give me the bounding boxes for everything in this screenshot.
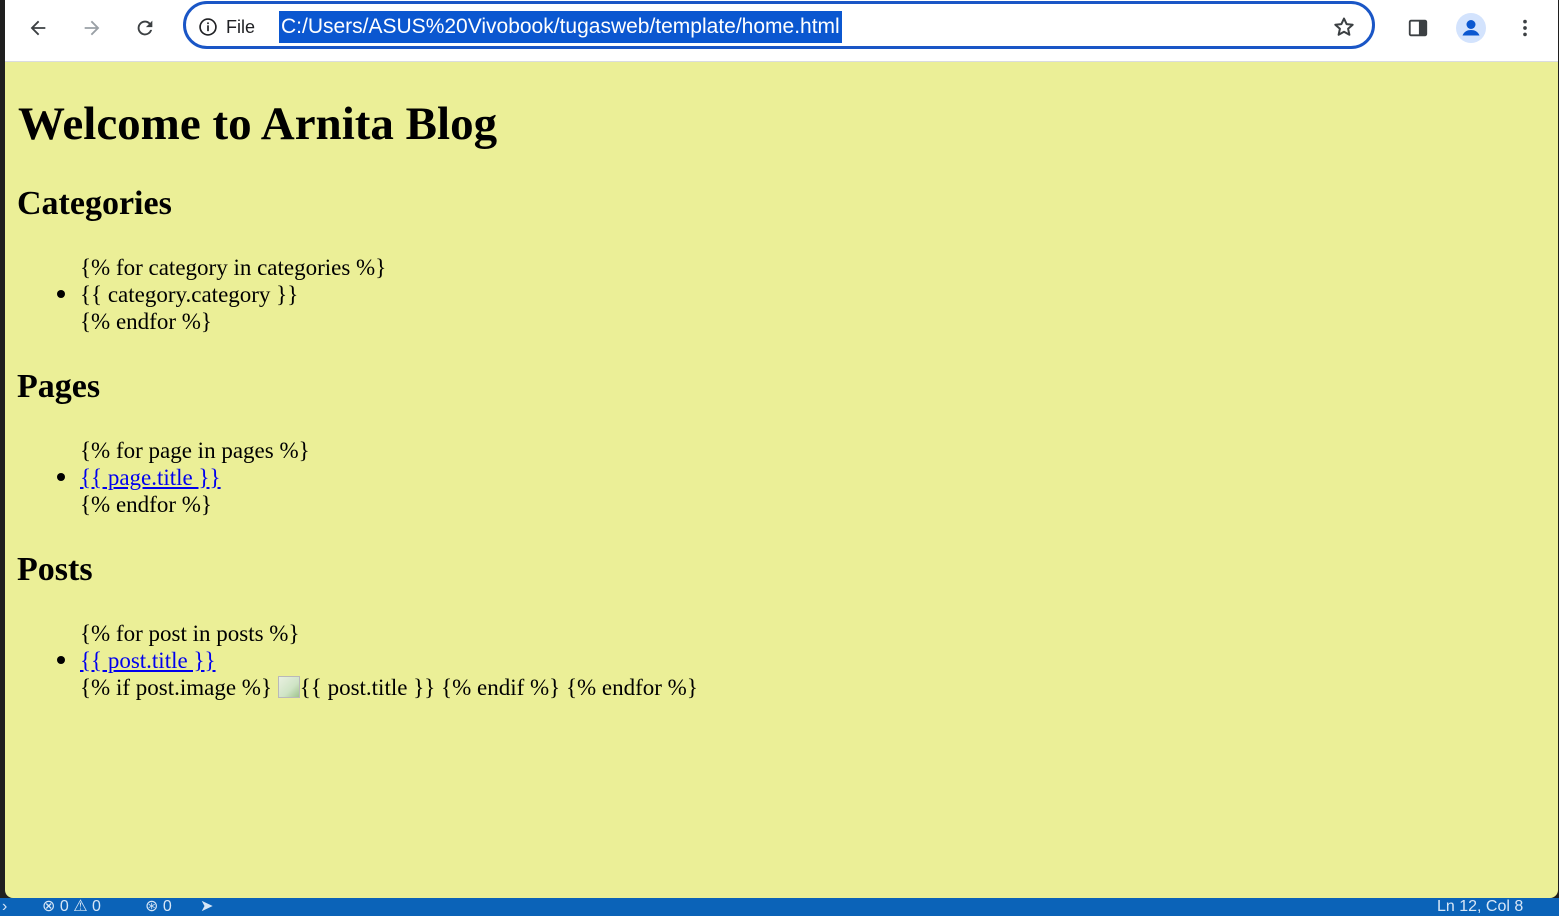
browser-window: File C:/Users/ASUS%20Vivobook/tugasweb/t… — [5, 0, 1558, 898]
forward-button[interactable] — [74, 10, 110, 46]
page-item: {{ page.title }} — [80, 464, 221, 491]
posts-loop-end: {% endfor %} — [565, 675, 698, 700]
post-image-alt: {{ post.title }} — [299, 675, 436, 700]
bookmark-button[interactable] — [1330, 13, 1358, 41]
avatar-icon — [1456, 13, 1486, 43]
post-if-start: {% if post.image %} — [80, 675, 272, 700]
ports-count: 0 — [162, 898, 172, 915]
remote-icon[interactable]: › — [2, 898, 7, 916]
live-share-icon[interactable]: ➤ — [200, 898, 213, 916]
error-count: 0 — [59, 898, 69, 915]
pages-heading: Pages — [17, 368, 101, 405]
menu-button[interactable] — [1507, 10, 1543, 46]
warning-icon: ⚠ — [73, 898, 88, 915]
list-bullet — [57, 656, 65, 664]
cursor-position[interactable]: Ln 12, Col 8 — [1437, 898, 1523, 916]
reload-button[interactable] — [127, 10, 163, 46]
posts-loop-start: {% for post in posts %} — [80, 621, 300, 646]
post-title-link[interactable]: {{ post.title }} — [80, 648, 216, 673]
list-bullet — [57, 473, 65, 481]
ports-indicator[interactable]: ⊛ 0 — [145, 898, 172, 916]
info-icon — [199, 18, 217, 36]
more-vert-icon — [1523, 19, 1527, 37]
site-info-label: File — [226, 16, 256, 37]
page-content: Welcome to Arnita Blog Categories {% for… — [17, 61, 1558, 898]
categories-loop-end: {% endfor %} — [80, 309, 212, 334]
pages-loop-end: {% endfor %} — [80, 492, 212, 517]
star-icon — [1334, 17, 1354, 36]
broadcast-icon: ⊛ — [145, 898, 159, 915]
site-info-chip[interactable]: File — [198, 15, 255, 39]
post-image-row: {% if post.image %} {{ post.title }} {% … — [80, 674, 698, 701]
posts-heading: Posts — [17, 551, 93, 588]
warning-count: 0 — [92, 898, 101, 915]
side-panel-icon — [1408, 19, 1428, 37]
problems-indicator[interactable]: ⊗ 0 ⚠ 0 — [42, 898, 101, 916]
reload-icon — [137, 20, 153, 36]
arrow-left-icon — [30, 20, 46, 36]
browser-toolbar: File C:/Users/ASUS%20Vivobook/tugasweb/t… — [5, 0, 1558, 62]
error-icon: ⊗ — [42, 898, 56, 915]
page-title-link[interactable]: {{ page.title }} — [80, 465, 221, 490]
post-item: {{ post.title }} — [80, 647, 216, 674]
page-title: Welcome to Arnita Blog — [18, 98, 498, 150]
arrow-right-icon — [84, 20, 100, 36]
profile-button[interactable] — [1453, 10, 1489, 46]
pages-loop-start: {% for page in pages %} — [80, 438, 310, 463]
side-panel-button[interactable] — [1400, 10, 1436, 46]
broken-image-icon — [277, 676, 300, 698]
categories-loop-start: {% for category in categories %} — [80, 255, 387, 280]
category-item: {{ category.category }} — [80, 282, 299, 307]
post-if-end: {% endif %} — [441, 675, 561, 700]
categories-heading: Categories — [17, 185, 172, 222]
address-bar[interactable]: File C:/Users/ASUS%20Vivobook/tugasweb/t… — [183, 1, 1375, 49]
url-text[interactable]: C:/Users/ASUS%20Vivobook/tugasweb/templa… — [279, 11, 842, 43]
back-button[interactable] — [20, 10, 56, 46]
status-bar: › ⊗ 0 ⚠ 0 ⊛ 0 ➤ Ln 12, Col 8 — [0, 898, 1559, 916]
list-bullet — [57, 290, 65, 298]
